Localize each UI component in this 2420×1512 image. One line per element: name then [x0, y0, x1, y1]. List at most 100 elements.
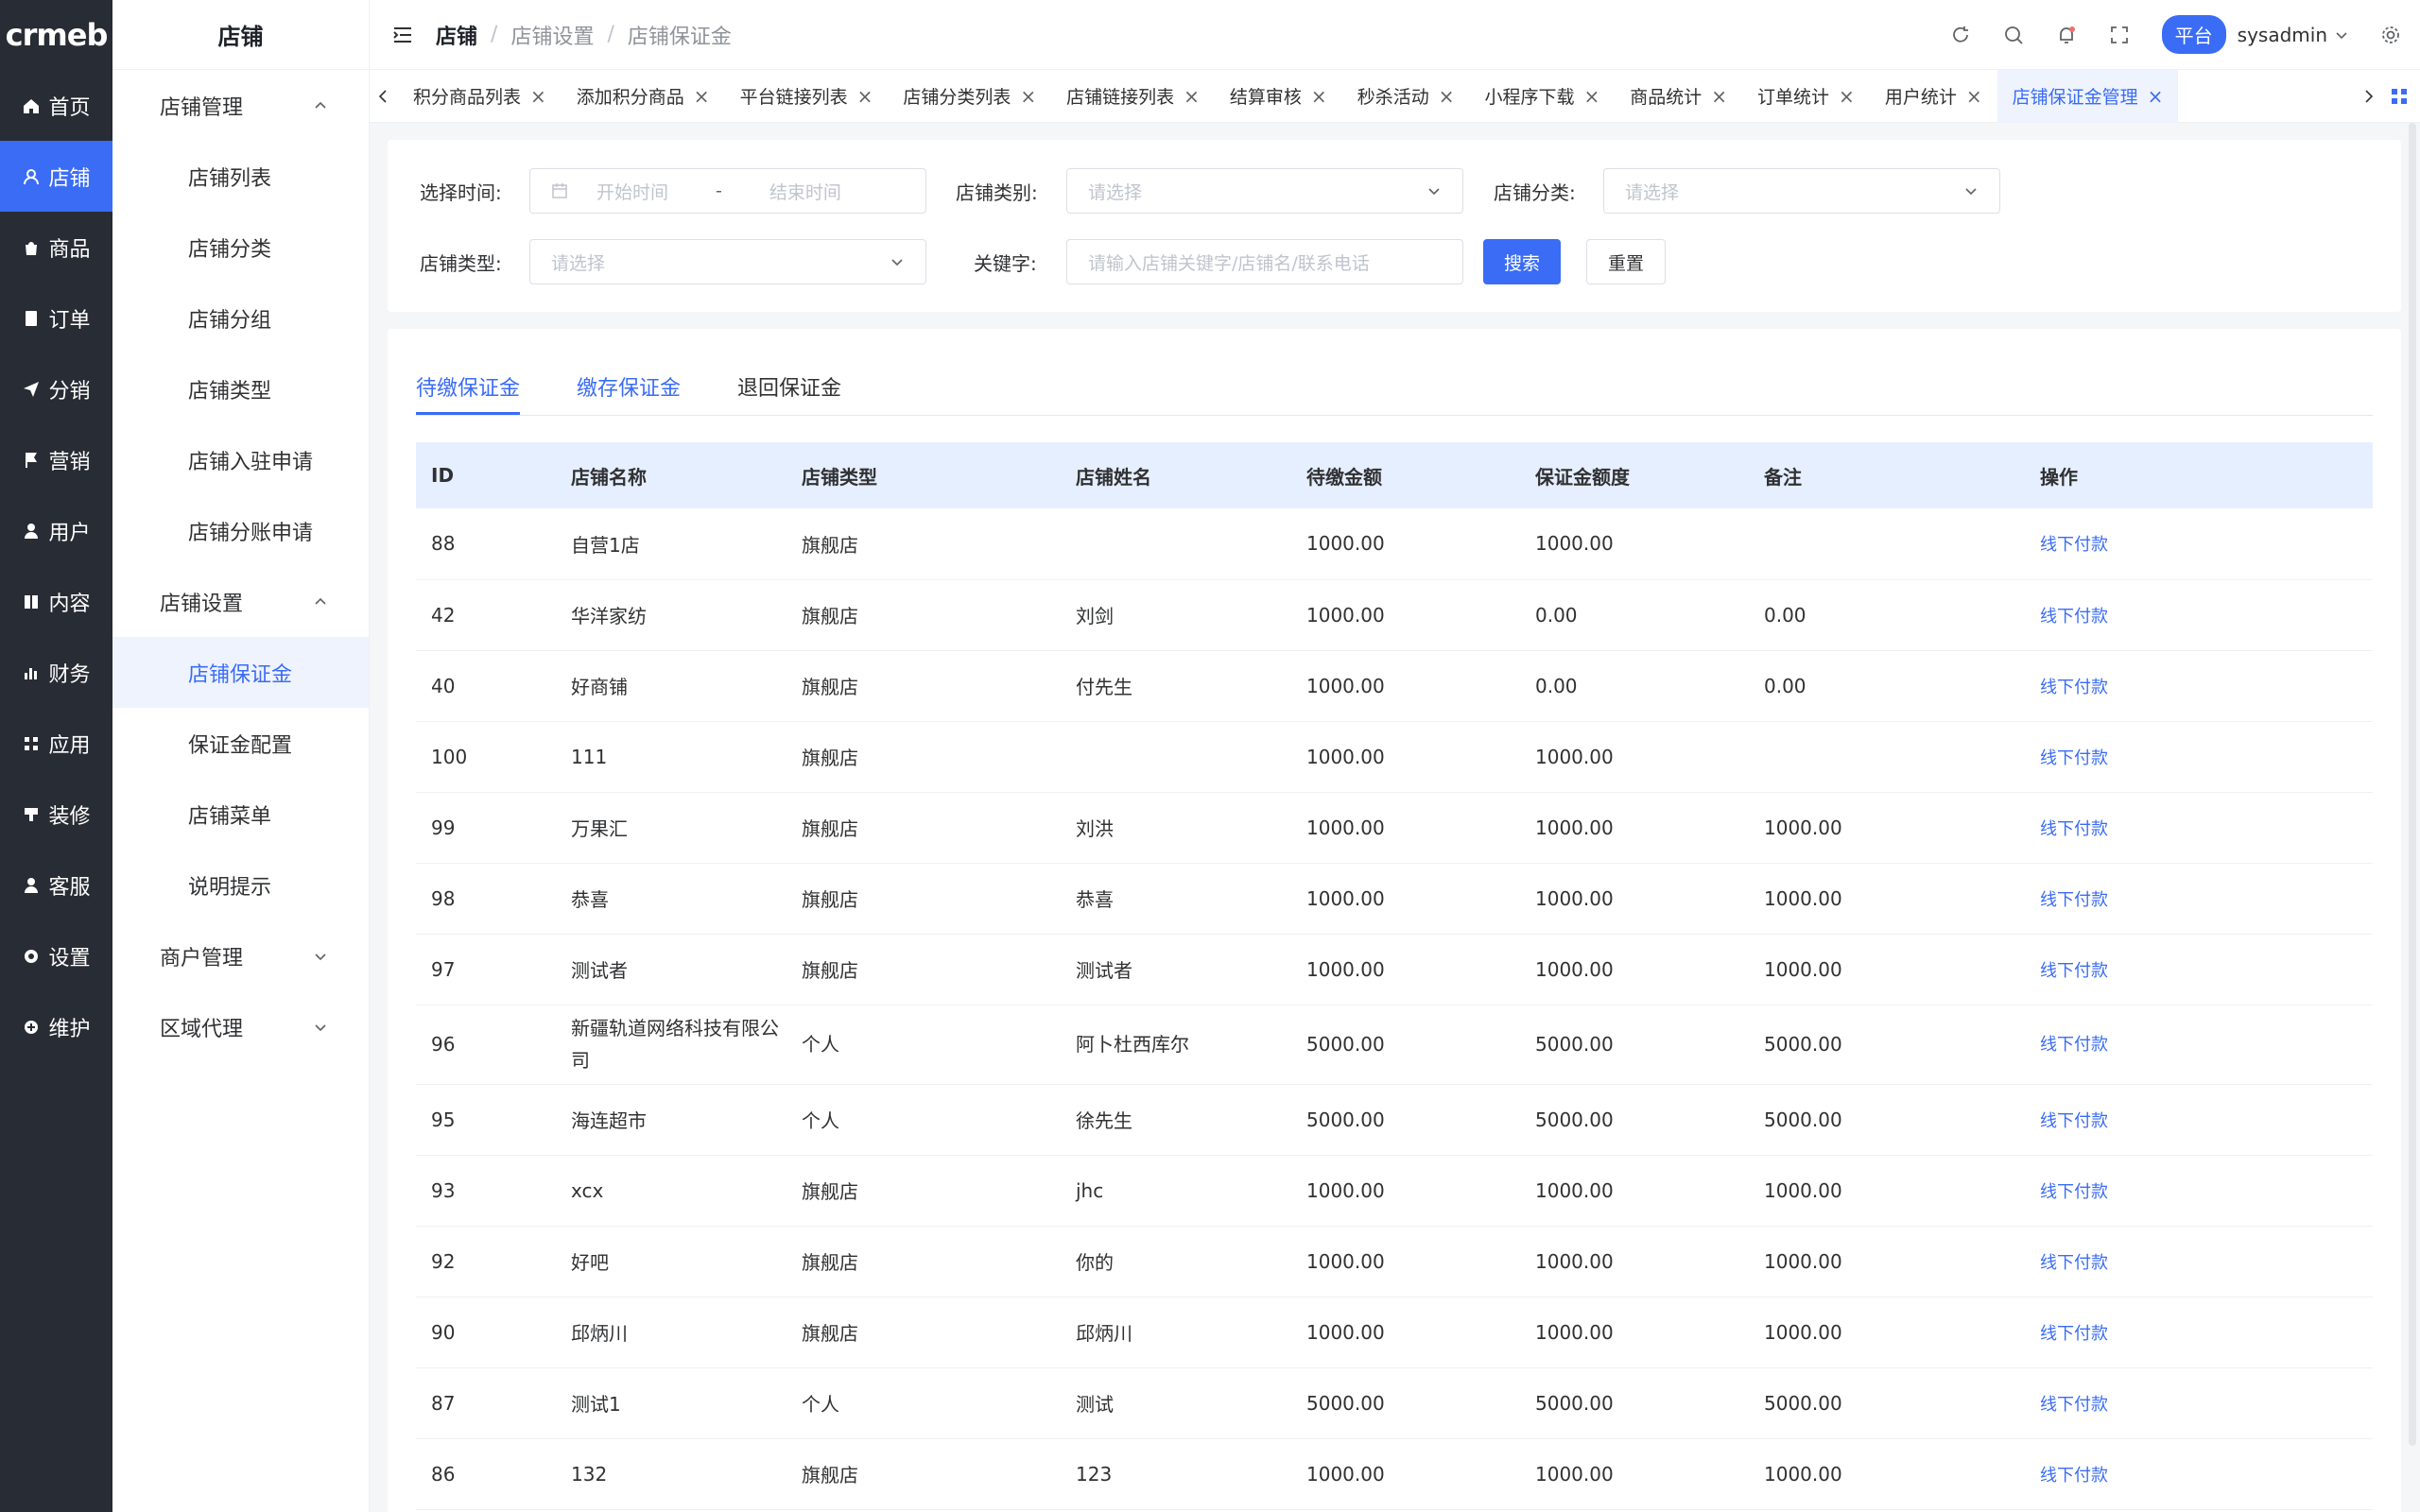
offline-pay-link[interactable]: 线下付款 — [2040, 1324, 2108, 1344]
search-icon[interactable] — [2003, 25, 2024, 45]
category-select[interactable]: 请选择 — [1066, 168, 1463, 214]
page-tab[interactable]: 订单统计 × — [1742, 70, 1870, 123]
rail-item-2[interactable]: 商品 — [0, 212, 112, 283]
offline-pay-link[interactable]: 线下付款 — [2040, 819, 2108, 839]
menu-fold-icon[interactable] — [392, 25, 413, 45]
close-icon[interactable]: × — [694, 85, 710, 108]
sidebar-item[interactable]: 店铺分组 — [112, 283, 369, 353]
rail-item-12[interactable]: 设置 — [0, 920, 112, 991]
page-tab[interactable]: 商品统计 × — [1615, 70, 1742, 123]
offline-pay-link[interactable]: 线下付款 — [2040, 1035, 2108, 1055]
rail-item-5[interactable]: 营销 — [0, 424, 112, 495]
type-select[interactable]: 请选择 — [529, 239, 926, 284]
offline-pay-link[interactable]: 线下付款 — [2040, 1253, 2108, 1273]
cell-pending-amount: 1000.00 — [1291, 934, 1520, 1005]
keyword-input[interactable]: 请输入店铺关键字/店铺名/联系电话 — [1066, 239, 1463, 284]
offline-pay-link[interactable]: 线下付款 — [2040, 1466, 2108, 1486]
sidebar-item[interactable]: 说明提示 — [112, 850, 369, 920]
rail-item-1[interactable]: 店铺 — [0, 141, 112, 212]
sidebar-group-region-agent[interactable]: 区域代理 — [112, 991, 369, 1062]
offline-pay-link[interactable]: 线下付款 — [2040, 961, 2108, 981]
rail-item-6[interactable]: 用户 — [0, 495, 112, 566]
sidebar-group-store-manage[interactable]: 店铺管理 — [112, 70, 369, 141]
cell-id: 40 — [416, 650, 556, 722]
offline-pay-link[interactable]: 线下付款 — [2040, 890, 2108, 910]
cell-pending-amount: 1000.00 — [1291, 650, 1520, 722]
tab-paid-deposit[interactable]: 缴存保证金 — [577, 371, 681, 415]
close-icon[interactable]: × — [1020, 85, 1036, 108]
sidebar-item[interactable]: 保证金配置 — [112, 708, 369, 779]
sidebar-item[interactable]: 店铺分账申请 — [112, 495, 369, 566]
page-tab[interactable]: 添加积分商品 × — [562, 70, 725, 123]
cell-owner-name: 徐先生 — [1061, 1084, 1291, 1156]
gear-icon[interactable] — [2380, 25, 2401, 45]
rail-item-0[interactable]: 首页 — [0, 70, 112, 141]
page-tab[interactable]: 积分商品列表 × — [398, 70, 562, 123]
sidebar-item[interactable]: 店铺分类 — [112, 212, 369, 283]
rail-item-3[interactable]: 订单 — [0, 283, 112, 353]
fullscreen-icon[interactable] — [2109, 25, 2130, 45]
sidebar-item[interactable]: 店铺入驻申请 — [112, 424, 369, 495]
page-tab[interactable]: 用户统计 × — [1870, 70, 1997, 123]
user-menu[interactable]: sysadmin — [2238, 24, 2348, 46]
bell-icon[interactable] — [2056, 25, 2077, 45]
rail-item-7[interactable]: 内容 — [0, 566, 112, 637]
close-icon[interactable]: × — [1711, 85, 1727, 108]
page-tab[interactable]: 小程序下载 × — [1469, 70, 1615, 123]
page-tab[interactable]: 店铺保证金管理 × — [1996, 69, 2179, 123]
tabs-scroll-left[interactable] — [370, 89, 398, 104]
sidebar-item[interactable]: 店铺列表 — [112, 141, 369, 212]
refresh-icon[interactable] — [1950, 25, 1971, 45]
offline-pay-link[interactable]: 线下付款 — [2040, 678, 2108, 697]
rail-item-10[interactable]: 装修 — [0, 779, 112, 850]
offline-pay-link[interactable]: 线下付款 — [2040, 1395, 2108, 1415]
rail-item-label: 维护 — [48, 1017, 91, 1041]
tab-pending-deposit[interactable]: 待缴保证金 — [416, 371, 521, 415]
sidebar-group-merchant[interactable]: 商户管理 — [112, 920, 369, 991]
close-icon[interactable]: × — [1439, 85, 1455, 108]
page-tab[interactable]: 店铺分类列表 × — [888, 70, 1051, 123]
close-icon[interactable]: × — [1311, 85, 1327, 108]
breadcrumb-mid[interactable]: 店铺设置 — [510, 20, 594, 50]
search-button[interactable]: 搜索 — [1483, 239, 1561, 284]
cell-id: 100 — [416, 721, 556, 793]
page-tab[interactable]: 平台链接列表 × — [725, 70, 889, 123]
sidebar-group-store-settings[interactable]: 店铺设置 — [112, 566, 369, 637]
sidebar-item[interactable]: 店铺菜单 — [112, 779, 369, 850]
rail-item-13[interactable]: 维护 — [0, 991, 112, 1062]
offline-pay-link[interactable]: 线下付款 — [2040, 607, 2108, 627]
breadcrumb-root[interactable]: 店铺 — [436, 20, 477, 50]
close-icon[interactable]: × — [857, 85, 873, 108]
date-range-picker[interactable]: 开始时间 - 结束时间 — [529, 168, 926, 214]
page-tab[interactable]: 店铺链接列表 × — [1051, 70, 1215, 123]
close-icon[interactable]: × — [1583, 85, 1599, 108]
platform-badge[interactable]: 平台 — [2161, 15, 2226, 54]
tab-refund-deposit[interactable]: 退回保证金 — [737, 371, 841, 415]
page-scrollbar[interactable] — [2409, 123, 2416, 1446]
brand-logo[interactable]: crmeb — [0, 0, 112, 70]
class-select[interactable]: 请选择 — [1603, 168, 2000, 214]
close-icon[interactable]: × — [530, 85, 546, 108]
close-icon[interactable]: × — [2148, 85, 2164, 108]
close-icon[interactable]: × — [1184, 85, 1200, 108]
sidebar-group-label: 店铺设置 — [160, 592, 244, 616]
page-tab[interactable]: 秒杀活动 × — [1342, 70, 1470, 123]
tabs-scroll-right[interactable] — [2354, 89, 2382, 104]
page-tab[interactable]: 结算审核 × — [1215, 70, 1342, 123]
rail-item-8[interactable]: 财务 — [0, 637, 112, 708]
close-icon[interactable]: × — [1966, 85, 1982, 108]
reset-button[interactable]: 重置 — [1586, 239, 1666, 284]
rail-item-4[interactable]: 分销 — [0, 353, 112, 424]
close-icon[interactable]: × — [1839, 85, 1855, 108]
offline-pay-link[interactable]: 线下付款 — [2040, 1182, 2108, 1202]
rail-item-11[interactable]: 客服 — [0, 850, 112, 920]
cell-owner-name: 123 — [1061, 1438, 1291, 1510]
column-header-note: 备注 — [1749, 442, 2025, 508]
rail-item-9[interactable]: 应用 — [0, 708, 112, 779]
tabs-menu-icon[interactable] — [2390, 87, 2409, 106]
sidebar-item[interactable]: 店铺类型 — [112, 353, 369, 424]
sidebar-item[interactable]: 店铺保证金 — [112, 637, 369, 708]
offline-pay-link[interactable]: 线下付款 — [2040, 535, 2108, 555]
offline-pay-link[interactable]: 线下付款 — [2040, 748, 2108, 768]
offline-pay-link[interactable]: 线下付款 — [2040, 1111, 2108, 1131]
